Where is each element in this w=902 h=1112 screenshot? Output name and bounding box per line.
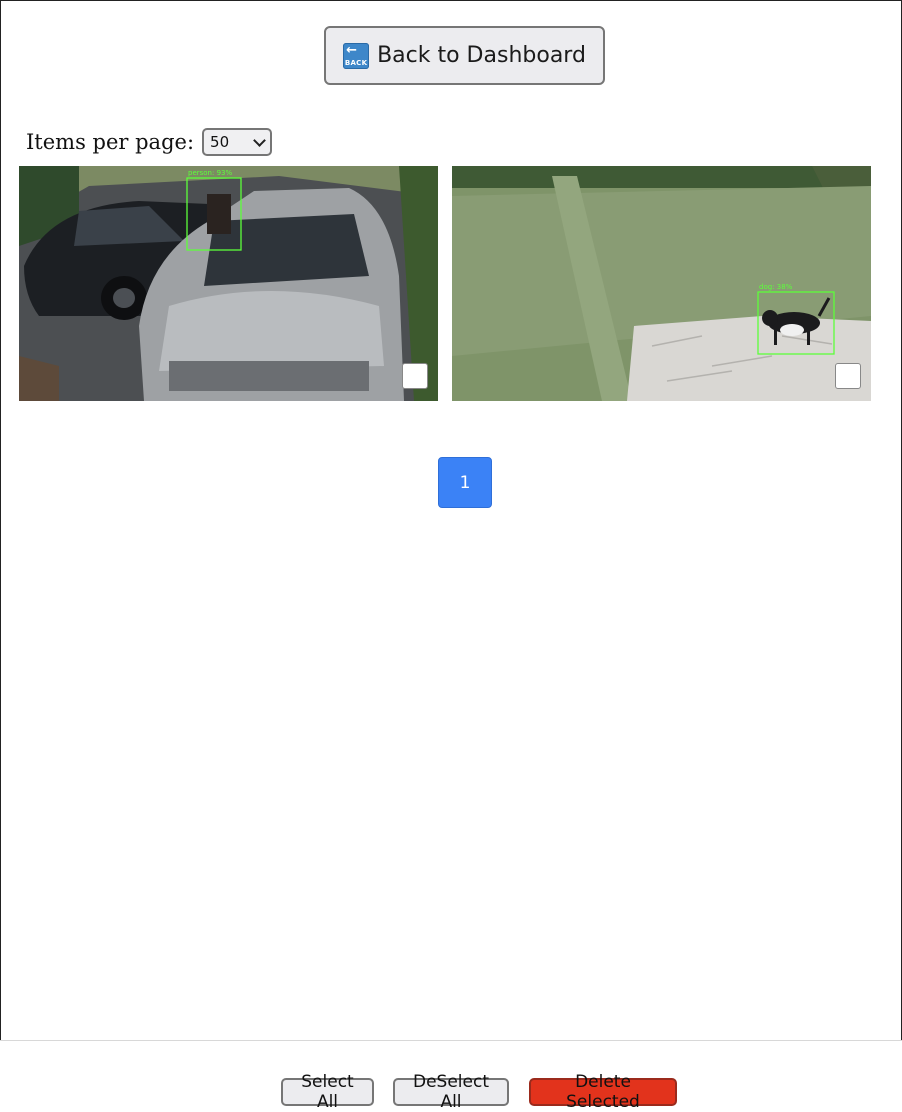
select-checkbox[interactable] bbox=[835, 363, 861, 389]
delete-selected-button[interactable]: Delete Selected bbox=[529, 1072, 677, 1112]
bulk-actions-footer: Select All DeSelect All Delete Selected bbox=[0, 1040, 902, 1112]
detection-label: dog: 38% bbox=[759, 283, 793, 291]
back-button-label: Back to Dashboard bbox=[377, 43, 586, 68]
lawn-snapshot-image: dog: 38% bbox=[452, 166, 871, 401]
back-to-dashboard-button[interactable]: ← BACK Back to Dashboard bbox=[324, 26, 605, 85]
gallery-item[interactable]: person: 93% bbox=[19, 166, 438, 401]
detection-label: person: 93% bbox=[188, 169, 232, 177]
items-per-page-label: Items per page: bbox=[26, 130, 195, 154]
items-per-page-select[interactable]: 50 bbox=[202, 128, 273, 156]
items-per-page-value: 50 bbox=[210, 133, 230, 151]
select-all-button[interactable]: Select All bbox=[281, 1072, 374, 1112]
chevron-down-icon bbox=[253, 133, 266, 147]
items-per-page-control: Items per page: 50 bbox=[26, 128, 273, 156]
select-checkbox[interactable] bbox=[402, 363, 428, 389]
driveway-snapshot-image: person: 93% bbox=[19, 166, 438, 401]
page-button-current[interactable]: 1 bbox=[438, 457, 492, 508]
back-arrow-icon: ← BACK bbox=[343, 42, 370, 69]
gallery-item[interactable]: dog: 38% bbox=[452, 166, 871, 401]
deselect-all-button[interactable]: DeSelect All bbox=[393, 1072, 509, 1112]
